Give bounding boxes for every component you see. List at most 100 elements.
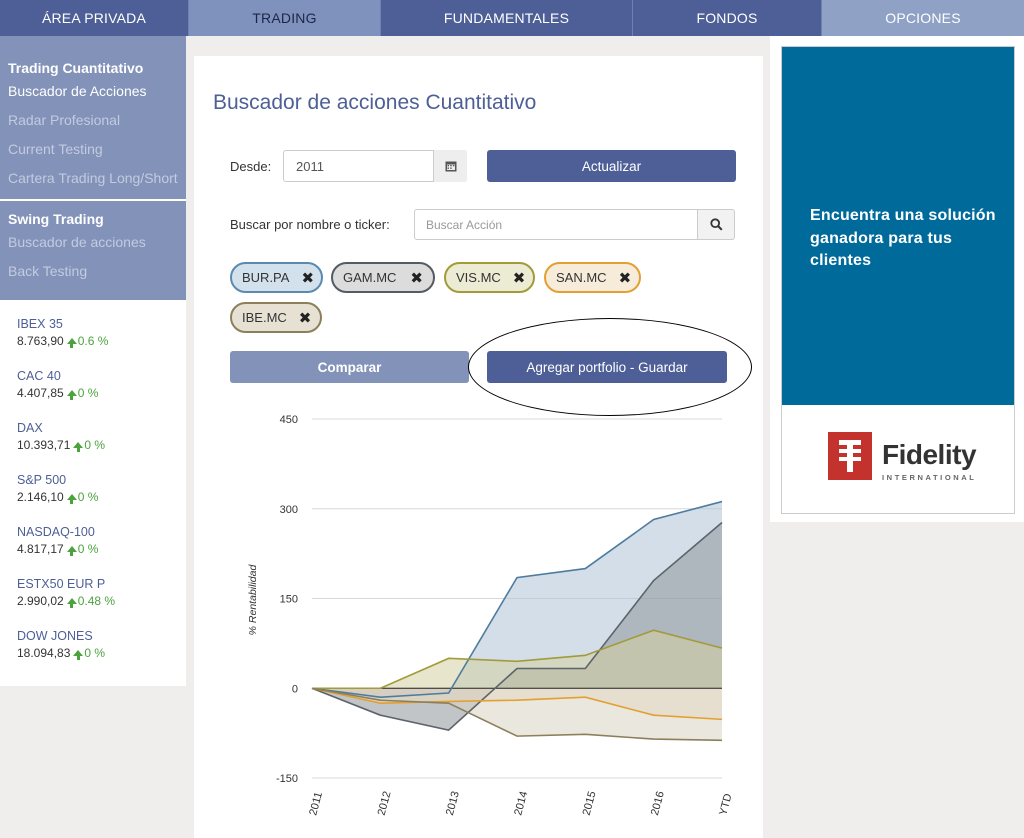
y-tick-label: 450 (280, 414, 298, 426)
search-label: Buscar por nombre o ticker: (230, 217, 390, 232)
fidelity-logo-icon (828, 432, 872, 480)
logo-sub: INTERNATIONAL (882, 473, 977, 482)
market-value: 2.990,02 0.48 % (17, 593, 186, 610)
market-name[interactable]: DAX (17, 420, 186, 437)
sidebar-section-swing: Swing Trading Buscador de acciones Back … (0, 199, 186, 300)
ad-text: Encuentra una solución ganadora para tus… (810, 207, 996, 269)
market-item[interactable]: DOW JONES 18.094,83 0 % (17, 628, 186, 680)
tab-trading[interactable]: TRADING (189, 0, 381, 36)
y-tick-label: -150 (276, 773, 298, 785)
tab-fondos[interactable]: FONDOS (633, 0, 822, 36)
logo-word: Fidelity (882, 439, 977, 470)
tab-fundamentales[interactable]: FUNDAMENTALES (381, 0, 633, 36)
arrow-up-icon (66, 546, 77, 556)
arrow-up-icon (66, 494, 77, 504)
market-value: 2.146,10 0 % (17, 489, 186, 506)
y-tick-label: 0 (292, 683, 298, 695)
arrow-up-icon (66, 390, 77, 400)
main-panel: Buscador de acciones Cuantitativo Desde:… (194, 56, 763, 838)
market-item[interactable]: IBEX 35 8.763,90 0.6 % (17, 316, 186, 368)
x-tick-label: 2013 (444, 790, 462, 817)
market-value: 4.817,17 0 % (17, 541, 186, 558)
x-tick-label: 2012 (376, 790, 394, 817)
market-price: 2.146,10 (17, 490, 64, 504)
market-name[interactable]: S&P 500 (17, 472, 186, 489)
x-tick-label: 2014 (512, 790, 530, 817)
market-item[interactable]: NASDAQ-100 4.817,17 0 % (17, 524, 186, 576)
market-name[interactable]: DOW JONES (17, 628, 186, 645)
top-nav: ÁREA PRIVADA TRADING FUNDAMENTALES FONDO… (0, 0, 1024, 36)
calendar-icon[interactable] (433, 150, 467, 182)
market-name[interactable]: IBEX 35 (17, 316, 186, 333)
y-tick-label: 300 (280, 504, 298, 516)
market-value: 18.094,83 0 % (17, 645, 186, 662)
ticker-chip-vis[interactable]: VIS.MC ✖ (444, 262, 535, 293)
chip-label: IBE.MC (242, 310, 287, 325)
arrow-up-icon (73, 650, 84, 660)
x-tick-label: YTD (717, 792, 734, 816)
chip-label: GAM.MC (343, 270, 397, 285)
search-input[interactable]: Buscar Acción (414, 209, 698, 240)
market-change: 0.48 % (77, 594, 116, 608)
ad-frame: Encuentra una solución ganadora para tus… (781, 46, 1015, 514)
ticker-chip-bur[interactable]: BUR.PA ✖ (230, 262, 323, 293)
market-price: 4.407,85 (17, 386, 64, 400)
close-icon[interactable]: ✖ (301, 269, 314, 287)
market-change: 0 % (77, 386, 99, 400)
x-tick-label: 2015 (581, 790, 599, 817)
market-indices: IBEX 35 8.763,90 0.6 % CAC 40 4.407,85 0 % DAX… (0, 300, 186, 686)
comparar-button[interactable]: Comparar (230, 351, 469, 383)
market-change: 0.6 % (77, 334, 109, 348)
arrow-up-icon (73, 442, 84, 452)
market-price: 8.763,90 (17, 334, 64, 348)
sidebar-item-radar[interactable]: Radar Profesional (8, 106, 178, 135)
ad-banner[interactable]: Encuentra una solución ganadora para tus… (770, 36, 1024, 522)
sidebar-item-cartera[interactable]: Cartera Trading Long/Short (8, 164, 178, 193)
market-change: 0 % (77, 542, 99, 556)
market-item[interactable]: S&P 500 2.146,10 0 % (17, 472, 186, 524)
sidebar-heading-swing[interactable]: Swing Trading (8, 211, 178, 227)
sidebar-section-quant: Trading Cuantitativo Buscador de Accione… (0, 36, 186, 199)
x-tick-label: 2011 (307, 791, 325, 817)
market-name[interactable]: CAC 40 (17, 368, 186, 385)
market-name[interactable]: NASDAQ-100 (17, 524, 186, 541)
y-axis-label: % Rentabilidad (247, 564, 259, 636)
market-price: 4.817,17 (17, 542, 64, 556)
sidebar-heading-quant[interactable]: Trading Cuantitativo (8, 60, 178, 76)
tab-area-privada[interactable]: ÁREA PRIVADA (0, 0, 189, 36)
arrow-up-icon (66, 598, 77, 608)
market-value: 4.407,85 0 % (17, 385, 186, 402)
sidebar: Trading Cuantitativo Buscador de Accione… (0, 36, 186, 686)
sidebar-item-swing-buscador[interactable]: Buscador de acciones (8, 231, 178, 253)
ticker-chip-ibe[interactable]: IBE.MC ✖ (230, 302, 322, 333)
desde-label: Desde: (230, 159, 272, 174)
tab-opciones[interactable]: OPCIONES (822, 0, 1024, 36)
market-value: 8.763,90 0.6 % (17, 333, 186, 350)
search-icon[interactable] (698, 209, 735, 240)
sidebar-item-buscador-acciones[interactable]: Buscador de Acciones (8, 80, 178, 102)
market-price: 10.393,71 (17, 438, 71, 452)
market-price: 18.094,83 (17, 646, 71, 660)
market-item[interactable]: CAC 40 4.407,85 0 % (17, 368, 186, 420)
market-item[interactable]: ESTX50 EUR P 2.990,02 0.48 % (17, 576, 186, 628)
ticker-chip-gam[interactable]: GAM.MC ✖ (331, 262, 435, 293)
close-icon[interactable]: ✖ (513, 269, 526, 287)
market-price: 2.990,02 (17, 594, 64, 608)
market-change: 0 % (77, 490, 99, 504)
close-icon[interactable]: ✖ (619, 269, 632, 287)
y-tick-label: 150 (280, 594, 298, 606)
close-icon[interactable]: ✖ (410, 269, 423, 287)
actualizar-button[interactable]: Actualizar (487, 150, 736, 182)
close-icon[interactable]: ✖ (299, 309, 312, 327)
market-item[interactable]: DAX 10.393,71 0 % (17, 420, 186, 472)
market-change: 0 % (84, 438, 106, 452)
chip-label: VIS.MC (456, 270, 501, 285)
sidebar-item-current-testing[interactable]: Current Testing (8, 135, 178, 164)
chip-label: BUR.PA (242, 270, 290, 285)
sidebar-item-back-testing[interactable]: Back Testing (8, 257, 178, 286)
arrow-up-icon (66, 338, 77, 348)
market-name[interactable]: ESTX50 EUR P (17, 576, 186, 593)
market-value: 10.393,71 0 % (17, 437, 186, 454)
chip-label: SAN.MC (556, 270, 607, 285)
ticker-chip-san[interactable]: SAN.MC ✖ (544, 262, 641, 293)
